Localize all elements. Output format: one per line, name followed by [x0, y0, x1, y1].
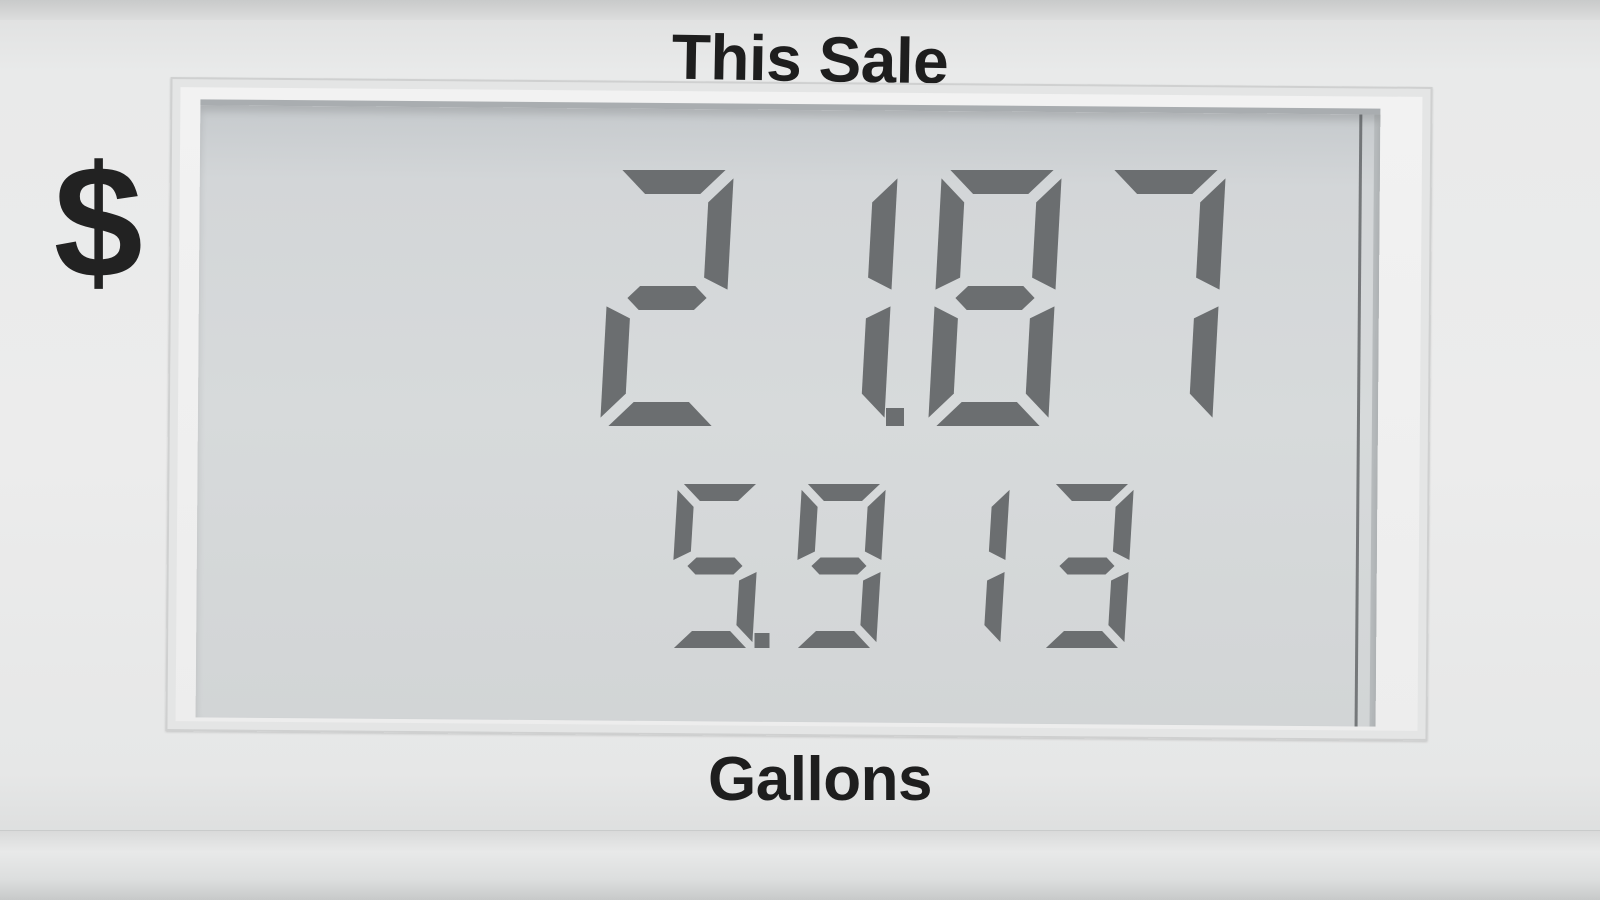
segment-b	[1112, 489, 1134, 560]
segment-f	[935, 178, 965, 290]
segment-a	[807, 484, 880, 501]
gallons-volume-display	[673, 484, 1134, 648]
segment-g	[1059, 557, 1115, 575]
segment-g	[811, 557, 867, 575]
segment-b	[704, 178, 734, 290]
segment-e	[928, 306, 958, 418]
segment-a	[1055, 484, 1128, 501]
segment-a	[1114, 170, 1218, 194]
top-edge	[0, 0, 1600, 20]
segment-c	[1025, 306, 1055, 418]
decimal-point	[886, 408, 904, 426]
segment-c	[736, 572, 757, 643]
segment-d	[1045, 631, 1118, 648]
segment-b	[1032, 178, 1062, 290]
segment-d	[936, 402, 1040, 426]
segment-d	[797, 631, 870, 648]
segment-b	[1196, 178, 1226, 290]
segment-a	[950, 170, 1054, 194]
segment-c	[1189, 306, 1219, 418]
segment-e	[600, 306, 630, 418]
digit-2-1	[984, 489, 1010, 643]
segment-d	[673, 631, 746, 648]
segment-g	[627, 286, 707, 310]
segment-d	[608, 402, 712, 426]
gallons-label: Gallons	[708, 745, 932, 814]
segment-c	[984, 572, 1005, 643]
segment-g	[955, 286, 1035, 310]
digit-1-1	[861, 178, 898, 418]
segment-a	[622, 170, 726, 194]
digit-2-8	[928, 170, 1062, 426]
segment-a	[683, 484, 756, 501]
segment-b	[988, 489, 1010, 560]
decimal-point	[754, 633, 770, 648]
digit-1-9	[797, 484, 886, 648]
bottom-edge	[0, 830, 1600, 900]
segment-f	[673, 489, 694, 560]
sale-amount-display	[600, 170, 1226, 426]
fuel-pump-face: This Sale $ Gallons	[0, 0, 1600, 900]
segment-f	[797, 489, 818, 560]
digit-3-7	[1114, 170, 1226, 418]
segment-b	[868, 178, 898, 290]
digit-0-5	[673, 484, 757, 648]
segment-g	[687, 557, 743, 575]
segment-b	[864, 489, 886, 560]
digit-0-2	[600, 170, 734, 426]
digit-3-3	[1045, 484, 1134, 648]
segment-c	[861, 306, 891, 418]
dollar-sign-label: $	[53, 132, 143, 311]
segment-c	[860, 572, 881, 643]
segment-c	[1108, 572, 1129, 643]
